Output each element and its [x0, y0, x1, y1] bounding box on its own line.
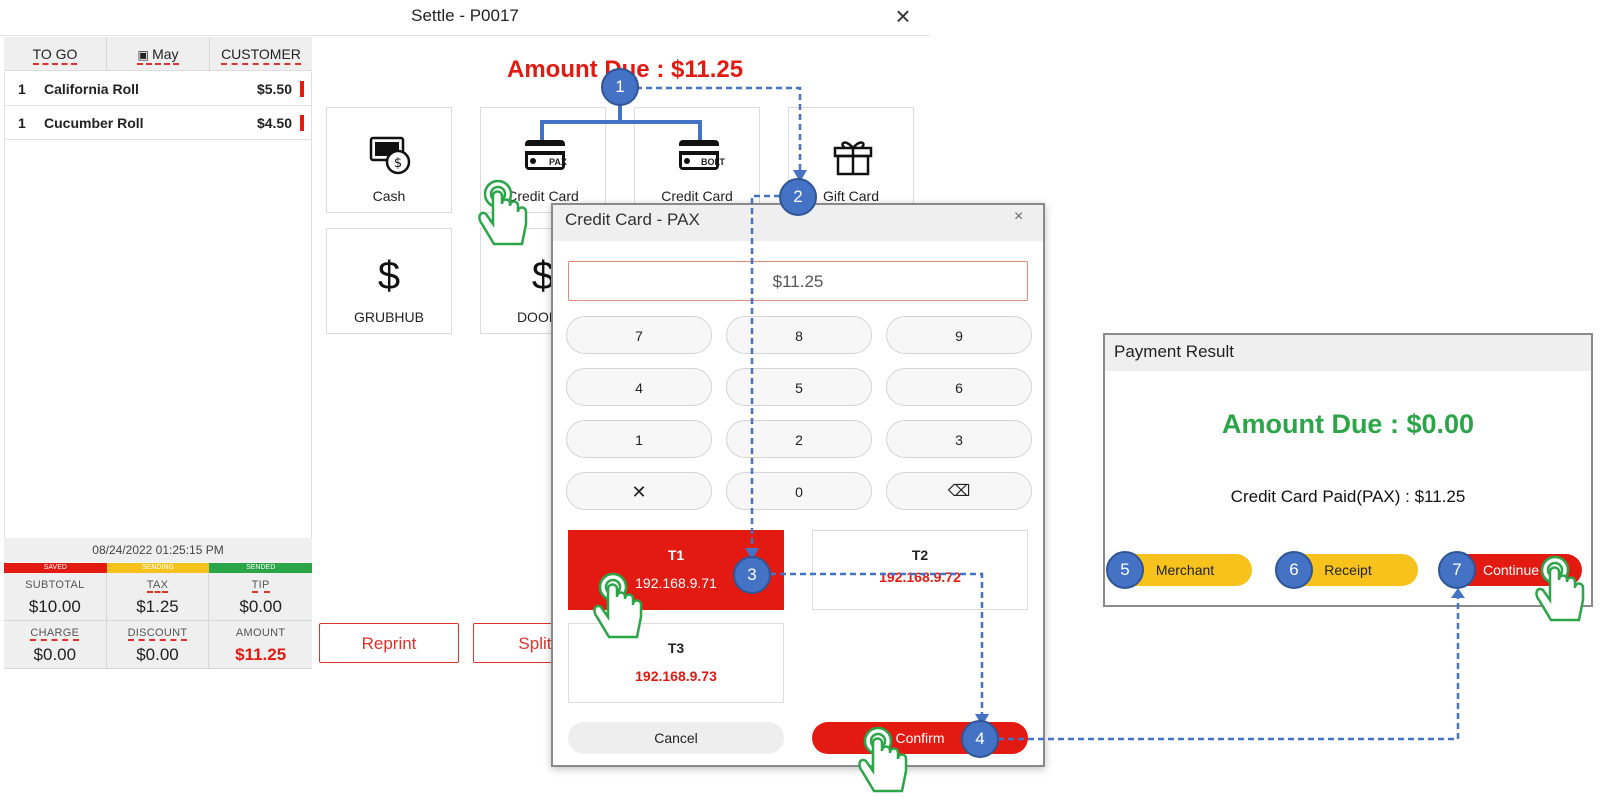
step-5-marker: 5 — [1106, 551, 1144, 589]
step-3-marker: 3 — [733, 556, 771, 594]
hand-pointer-icon — [478, 179, 528, 246]
hand-pointer-icon — [858, 726, 908, 793]
hand-pointer-icon — [1535, 555, 1585, 622]
step-2-marker: 2 — [779, 178, 817, 216]
step-1-marker: 1 — [601, 68, 639, 106]
flow-annotations — [478, 86, 1585, 793]
hand-pointer-icon — [593, 572, 643, 639]
step-6-marker: 6 — [1275, 551, 1313, 589]
step-4-marker: 4 — [961, 720, 999, 758]
step-7-marker: 7 — [1438, 551, 1476, 589]
